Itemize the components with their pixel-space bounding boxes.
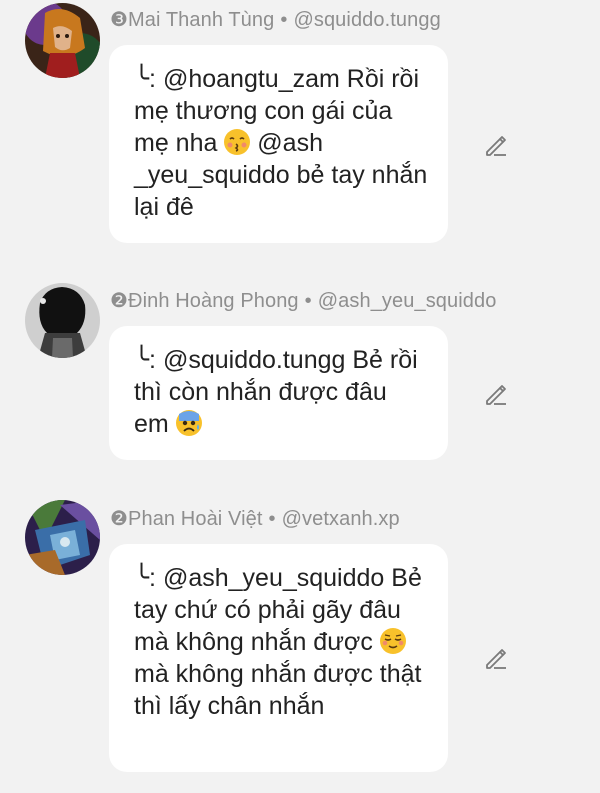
comment-meta: ❷Đinh Hoàng Phong • @ash_yeu_squiddo: [110, 288, 496, 313]
comment-meta: ❸Mai Thanh Tùng • @squiddo.tungg: [110, 7, 441, 32]
edit-icon[interactable]: [482, 131, 510, 159]
anxious-face-emoji: [175, 410, 202, 436]
edit-icon[interactable]: [482, 380, 510, 408]
author-handle[interactable]: @vetxanh.xp: [282, 508, 400, 530]
comment-meta: ❷Phan Hoài Việt • @vetxanh.xp: [110, 506, 400, 531]
comment-text-part1: @ash_yeu_squiddo Bẻ tay chứ có phải gãy …: [134, 564, 422, 656]
comment-text: ╰: @hoangtu_zam Rồi rồi mẹ thương con gá…: [134, 63, 428, 223]
comment-text-part2: mà không nhắn được thật thì lấy chân nhắ…: [134, 660, 422, 720]
edit-icon[interactable]: [482, 644, 510, 672]
kissing-face-emoji: [224, 129, 251, 155]
avatar-image: [25, 500, 100, 575]
reply-arrow: ╰:: [134, 65, 156, 93]
comment-text: ╰: @squiddo.tungg Bẻ rồi thì còn nhắn đư…: [134, 344, 428, 440]
author-name[interactable]: Đinh Hoàng Phong: [128, 290, 299, 312]
avatar[interactable]: [25, 500, 100, 575]
comment-text: ╰: @ash_yeu_squiddo Bẻ tay chứ có phải g…: [134, 562, 428, 722]
level-badge: ❷: [110, 290, 129, 312]
comment-bubble: ╰: @ash_yeu_squiddo Bẻ tay chứ có phải g…: [109, 544, 448, 772]
level-badge: ❷: [110, 508, 129, 530]
meta-separator: •: [280, 9, 288, 31]
avatar-image: [25, 3, 100, 78]
avatar[interactable]: [25, 283, 100, 358]
avatar[interactable]: [25, 3, 100, 78]
meta-separator: •: [268, 508, 276, 530]
author-name[interactable]: Phan Hoài Việt: [128, 508, 262, 530]
comment-bubble: ╰: @squiddo.tungg Bẻ rồi thì còn nhắn đư…: [109, 326, 448, 460]
author-handle[interactable]: @ash_yeu_squiddo: [318, 290, 497, 312]
reply-arrow: ╰:: [134, 346, 156, 374]
author-handle[interactable]: @squiddo.tungg: [293, 9, 440, 31]
meta-separator: •: [304, 290, 312, 312]
comment-bubble: ╰: @hoangtu_zam Rồi rồi mẹ thương con gá…: [109, 45, 448, 243]
author-name[interactable]: Mai Thanh Tùng: [128, 9, 274, 31]
reply-arrow: ╰:: [134, 564, 156, 592]
avatar-image: [25, 283, 100, 358]
relieved-face-emoji: [379, 628, 406, 654]
level-badge: ❸: [110, 9, 129, 31]
